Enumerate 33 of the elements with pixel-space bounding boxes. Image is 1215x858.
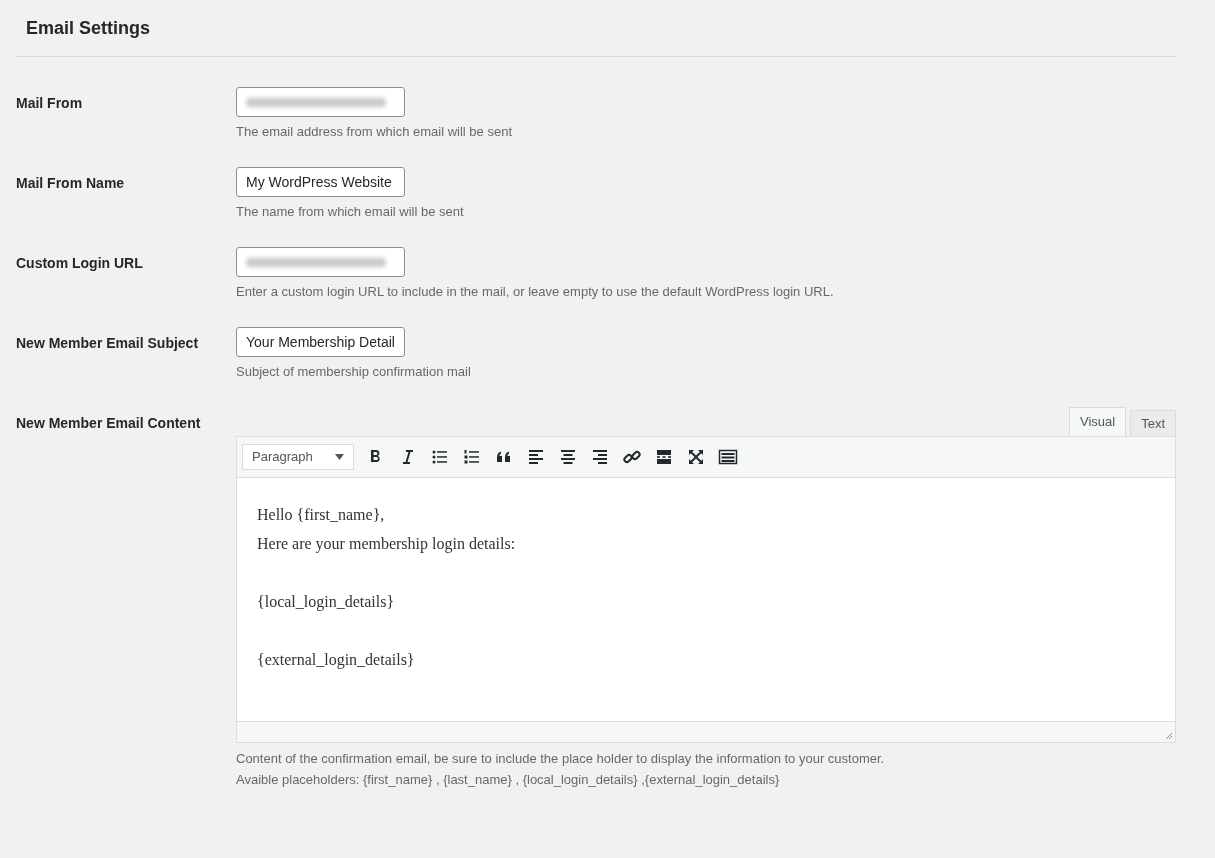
format-dropdown[interactable]: Paragraph — [242, 444, 354, 470]
field-label: New Member Email Subject — [16, 334, 200, 353]
editor-content[interactable]: Hello {first_name}, Here are your membership login details: {local_login_details} {external_login_details} — [237, 478, 1175, 721]
align-left-icon — [526, 447, 546, 467]
keyboard-icon — [718, 447, 738, 467]
align-center-icon — [558, 447, 578, 467]
field-label: Mail From Name — [16, 174, 126, 193]
editor-description: Content of the confirmation email, be sure to include the place holder to display the information to your customer. — [236, 750, 886, 768]
field-description: The email address from which email will be sent — [236, 123, 512, 141]
editor-description: Avaible placeholders: {first_name} , {last_name} , {local_login_details} ,{external_login_details} — [236, 771, 781, 789]
field-label: New Member Email Content — [16, 414, 202, 433]
field-label: Custom Login URL — [16, 254, 144, 273]
editor-text-line: Here are your membership login details: — [257, 534, 517, 555]
input-field[interactable]: Your Membership Detail — [236, 327, 405, 357]
field-label: Mail From — [16, 94, 84, 113]
editor-tab[interactable]: Visual — [1068, 407, 1127, 436]
section-title: Email Settings — [26, 17, 152, 40]
input-field[interactable] — [236, 87, 405, 117]
caret-icon — [335, 454, 344, 460]
field-description: Enter a custom login URL to include in the mail, or leave empty to use the default WordPress login URL. — [236, 283, 834, 301]
fullscreen-icon — [686, 447, 706, 467]
read-more-icon — [654, 447, 674, 467]
field-description: The name from which email will be sent — [236, 203, 464, 221]
editor-text-line: Hello {first_name}, — [257, 505, 386, 525]
field-description: Subject of membership confirmation mail — [236, 363, 471, 381]
editor-tab[interactable]: Text — [1130, 410, 1176, 436]
editor-text-line: {external_login_details} — [257, 650, 416, 671]
align-right-icon — [590, 447, 610, 467]
editor-text-line: {local_login_details} — [257, 592, 396, 613]
input-field[interactable]: My WordPress Website — [236, 167, 405, 197]
numbered-list-icon — [462, 447, 482, 467]
input-field[interactable] — [236, 247, 405, 277]
resize-handle-icon[interactable] — [1165, 732, 1173, 740]
